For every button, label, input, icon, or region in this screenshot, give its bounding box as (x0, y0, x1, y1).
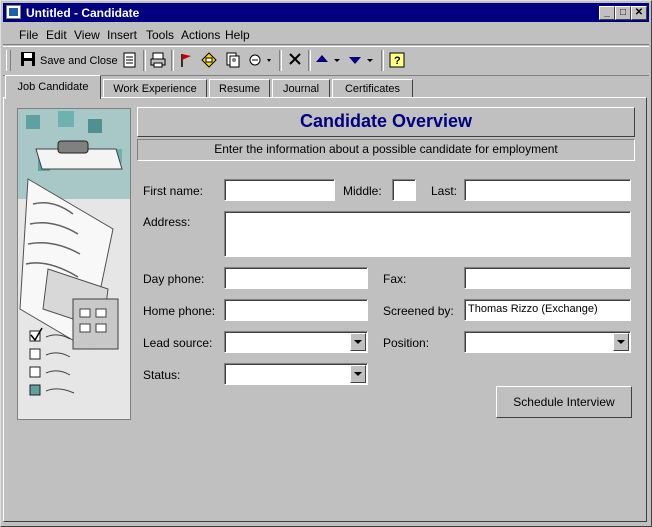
screened-by-field[interactable]: Thomas Rizzo (Exchange) (464, 299, 631, 321)
print-icon[interactable] (150, 52, 166, 68)
save-icon (20, 52, 36, 68)
form-title: Candidate Overview (137, 107, 635, 137)
menu-actions[interactable]: Actions (181, 28, 220, 42)
save-and-close-label: Save and Close (40, 55, 118, 67)
options-dropdown-icon[interactable] (248, 52, 272, 68)
tab-work-experience[interactable]: Work Experience (103, 79, 207, 97)
lead-source-combo[interactable] (224, 331, 368, 353)
lead-source-dropdown-button[interactable] (350, 333, 366, 351)
tab-resume[interactable]: Resume (209, 79, 270, 97)
position-combo[interactable] (464, 331, 631, 353)
clipboard-illustration (17, 108, 131, 420)
last-name-field[interactable] (464, 179, 631, 201)
minimize-button[interactable]: _ (599, 6, 615, 20)
window-icon[interactable] (6, 5, 21, 19)
svg-text:?: ? (394, 55, 401, 67)
menu-insert[interactable]: Insert (107, 28, 137, 42)
window-title: Untitled - Candidate (26, 6, 140, 20)
fax-field[interactable] (464, 267, 631, 289)
title-bar: Untitled - Candidate _ □ ✕ (3, 3, 649, 22)
menu-help[interactable]: Help (225, 28, 250, 42)
status-combo[interactable] (224, 363, 368, 385)
tab-certificates[interactable]: Certificates (332, 79, 413, 97)
next-item-icon[interactable] (348, 52, 374, 68)
tab-strip: Job Candidate Work Experience Resume Jou… (3, 75, 649, 99)
candidate-window: Untitled - Candidate _ □ ✕ File Edit Vie… (0, 0, 652, 527)
close-button[interactable]: ✕ (631, 6, 647, 20)
home-phone-field[interactable] (224, 299, 368, 321)
status-dropdown-button[interactable] (350, 365, 366, 383)
toolbar-separator (171, 50, 174, 71)
day-phone-label: Day phone: (143, 272, 205, 286)
form-subtitle: Enter the information about a possible c… (137, 139, 635, 161)
toolbar: Save and Close ? (3, 46, 649, 76)
maximize-button[interactable]: □ (615, 6, 631, 20)
status-label: Status: (143, 368, 181, 382)
day-phone-field[interactable] (224, 267, 368, 289)
tab-job-candidate[interactable]: Job Candidate (5, 75, 101, 99)
address-field[interactable] (224, 211, 631, 257)
previous-item-icon[interactable] (315, 52, 341, 68)
toolbar-grip[interactable] (6, 50, 11, 71)
delete-icon[interactable] (287, 52, 303, 68)
home-phone-label: Home phone: (143, 304, 216, 318)
toolbar-separator (143, 50, 146, 71)
schedule-interview-button[interactable]: Schedule Interview (496, 386, 632, 418)
save-and-close-button[interactable]: Save and Close (18, 51, 118, 71)
flag-icon[interactable] (178, 52, 194, 68)
fax-label: Fax: (383, 272, 407, 286)
middle-name-field[interactable] (392, 179, 416, 201)
last-name-label: Last: (431, 184, 458, 198)
menu-view[interactable]: View (74, 28, 100, 42)
tab-journal[interactable]: Journal (272, 79, 330, 97)
address-book-icon[interactable] (225, 52, 241, 68)
tab-panel: Candidate Overview Enter the information… (3, 97, 647, 522)
toolbar-separator (308, 50, 311, 71)
toolbar-separator (279, 50, 282, 71)
menu-bar: File Edit View Insert Tools Actions Help (3, 24, 649, 45)
first-name-label: First name: (143, 184, 204, 198)
middle-label: Middle: (343, 184, 382, 198)
toolbar-separator (381, 50, 384, 71)
menu-file[interactable]: File (19, 28, 38, 42)
help-icon[interactable]: ? (389, 52, 405, 68)
address-label: Address: (143, 215, 191, 229)
categories-icon[interactable] (201, 52, 217, 68)
document-icon[interactable] (122, 52, 138, 68)
menu-tools[interactable]: Tools (146, 28, 174, 42)
menu-edit[interactable]: Edit (46, 28, 67, 42)
position-dropdown-button[interactable] (613, 333, 629, 351)
position-label: Position: (383, 336, 430, 350)
lead-source-label: Lead source: (143, 336, 213, 350)
screened-by-label: Screened by: (383, 304, 454, 318)
first-name-field[interactable] (224, 179, 335, 201)
